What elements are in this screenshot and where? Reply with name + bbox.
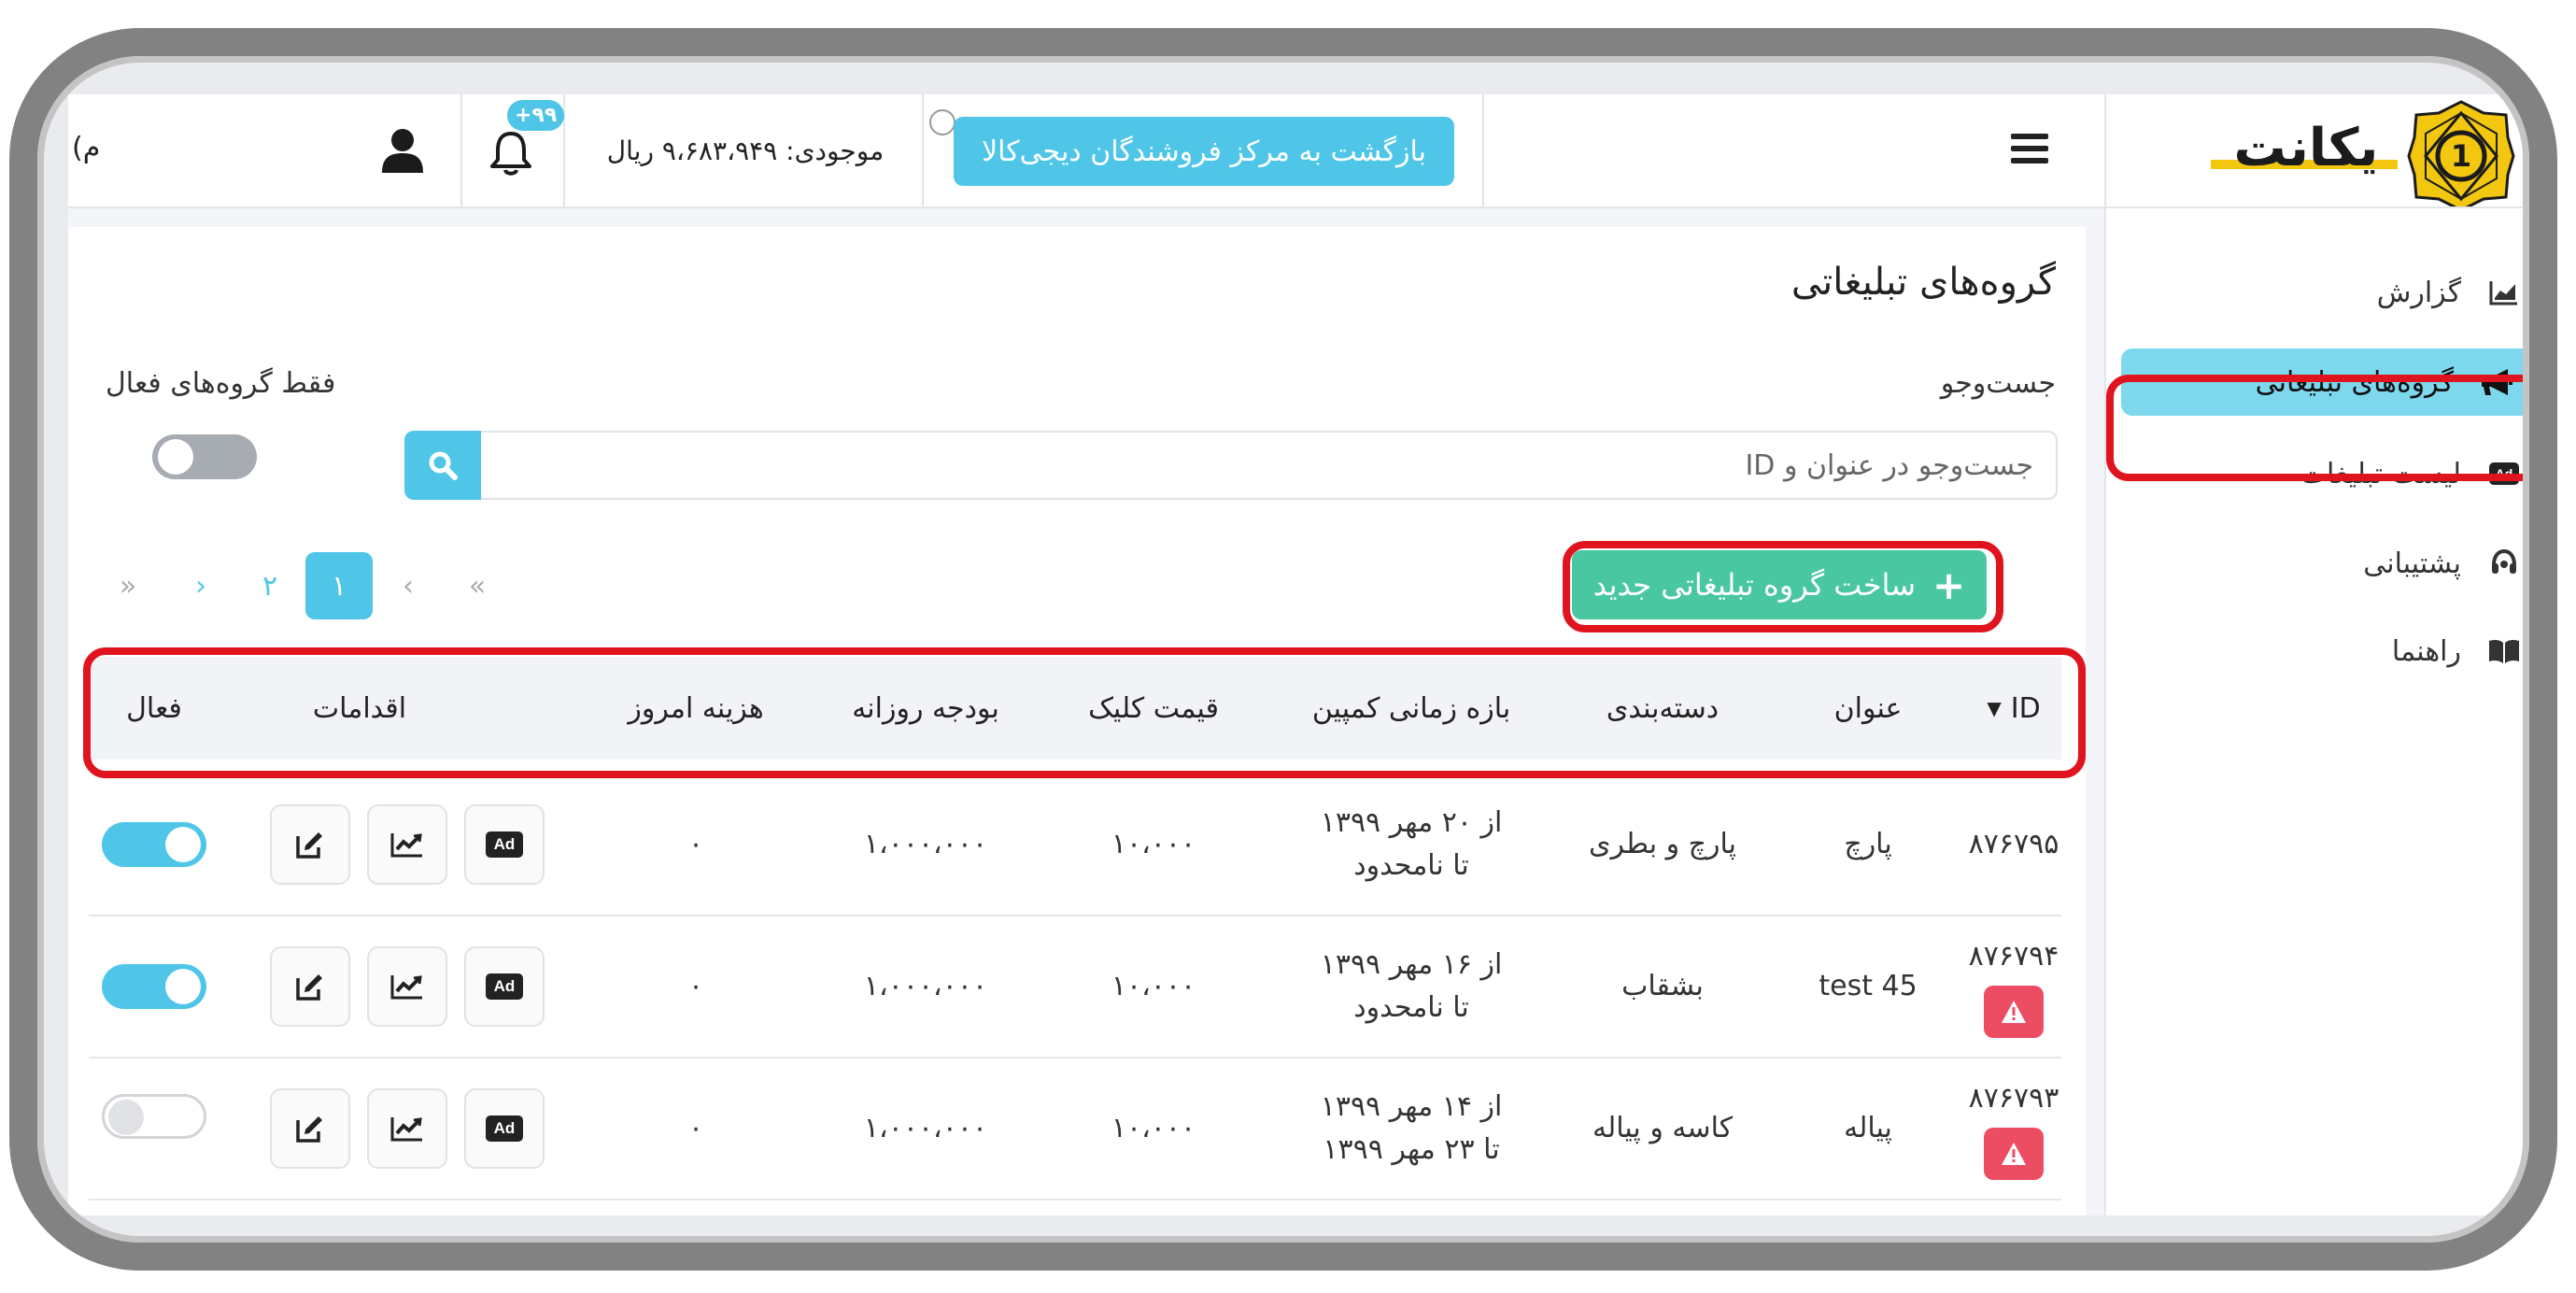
logo-number: 1 [2451, 138, 2471, 174]
pagination-first[interactable]: « [444, 552, 511, 619]
edit-icon [296, 832, 322, 859]
row-click-price: ۱۰،۰۰۰ [1111, 828, 1196, 860]
row-today-cost: ۰ [687, 970, 704, 1002]
header-divider [460, 94, 462, 206]
sidebar-item-report[interactable]: گزارش [2106, 259, 2523, 326]
book-icon [2485, 632, 2523, 670]
edit-icon [296, 974, 322, 1001]
table-row: ۸۷۶۷۹۴ test 45 بشقاب از ۱۶ مهر ۱۳۹۹ تا نا… [89, 916, 2061, 1059]
report-button[interactable] [367, 804, 447, 885]
device-frame-inner: (م +۹۹ موجودی: ۹،۶۸۳،۹۴۹ ریال بازگشت به … [37, 56, 2529, 1243]
row-title[interactable]: test 45 [1789, 916, 1947, 1057]
highlight-sidebar-ad-groups [2106, 375, 2523, 481]
table-row: ۸۷۶۷۹۳ پیاله کاسه و پیاله از ۱۴ مهر ۱۳۹۹… [89, 1059, 2061, 1201]
chart-line-icon [390, 975, 422, 1000]
row-today-cost: ۰ [687, 828, 704, 860]
search-input[interactable]: جست‌وجو در عنوان و ID [479, 431, 2058, 500]
active-toggle[interactable] [102, 1094, 206, 1139]
header-cut-text: (م [72, 132, 101, 164]
headset-icon [2485, 545, 2523, 582]
report-button[interactable] [367, 1088, 447, 1169]
logo-text: یکانت [2234, 118, 2379, 178]
balance-text: موجودی: ۹،۶۸۳،۹۴۹ ریال [606, 135, 885, 166]
view-ads-button[interactable]: Ad [464, 804, 545, 885]
row-click-price: ۱۰،۰۰۰ [1111, 970, 1196, 1002]
sidebar-item-support[interactable]: پشتیبانی [2106, 530, 2523, 597]
highlight-new-group-button [1563, 541, 2003, 632]
chart-area-icon [2485, 274, 2523, 311]
row-click-price: ۱۰،۰۰۰ [1111, 1112, 1196, 1144]
back-to-seller-center-button[interactable]: بازگشت به مرکز فروشندگان دیجی‌کالا [954, 117, 1454, 186]
edit-button[interactable] [270, 804, 350, 885]
row-period: از ۱۶ مهر ۱۳۹۹ تا نامحدود [1320, 948, 1503, 1024]
ad-icon: Ad [486, 831, 523, 858]
row-category: کاسه و پیاله [1592, 1112, 1733, 1144]
notification-badge: +۹۹ [507, 100, 565, 131]
row-category: پارچ و بطری [1589, 828, 1736, 860]
sidebar-item-guide[interactable]: راهنما [2106, 618, 2523, 685]
active-toggle[interactable] [102, 822, 206, 867]
user-icon[interactable] [376, 124, 429, 177]
only-active-toggle[interactable] [152, 434, 257, 479]
sidebar: 1 یکانت گزارش گروه‌های تبلیغاتی [2104, 94, 2523, 1215]
search-label: جست‌وجو [1940, 367, 2056, 400]
active-toggle[interactable] [102, 964, 206, 1009]
ad-icon: Ad [486, 973, 523, 1000]
highlight-table-header [83, 647, 2086, 778]
warning-icon[interactable] [1984, 986, 2044, 1038]
edit-button[interactable] [270, 946, 350, 1027]
chart-line-icon [390, 1117, 422, 1142]
pagination-next[interactable]: › [167, 552, 234, 619]
hamburger-menu-icon[interactable] [2011, 134, 2048, 167]
row-period: از ۲۰ مهر ۱۳۹۹ تا نامحدود [1320, 806, 1503, 882]
row-id: ۸۷۶۷۹۴ [1966, 916, 2061, 1057]
ad-icon: Ad [486, 1115, 523, 1142]
header-divider [922, 94, 924, 206]
row-id: ۸۷۶۷۹۵ [1968, 828, 2059, 860]
sidebar-item-label: پشتیبانی [2363, 547, 2461, 580]
device-frame: (م +۹۹ موجودی: ۹،۶۸۳،۹۴۹ ریال بازگشت به … [9, 28, 2557, 1271]
sidebar-item-label: گزارش [2376, 276, 2461, 309]
table-row: ۸۷۶۷۹۵ پارچ پارچ و بطری از ۲۰ مهر ۱۳۹۹ تا… [89, 774, 2061, 916]
report-button[interactable] [367, 946, 447, 1027]
view-ads-button[interactable]: Ad [464, 946, 545, 1027]
row-daily-budget: ۱،۰۰۰،۰۰۰ [863, 828, 988, 860]
row-period: از ۱۴ مهر ۱۳۹۹ تا ۲۳ مهر ۱۳۹۹ [1320, 1090, 1503, 1166]
radio-indicator[interactable] [929, 109, 955, 135]
warning-icon[interactable] [1984, 1128, 2044, 1180]
edit-icon [296, 1116, 322, 1143]
pagination-prev[interactable]: ‹ [375, 552, 442, 619]
search-placeholder: جست‌وجو در عنوان و ID [1745, 448, 2033, 482]
header-divider [1482, 94, 1484, 206]
search-button[interactable] [404, 431, 481, 500]
page-title: گروه‌های تبلیغاتی [1790, 261, 2056, 304]
app-screen: (م +۹۹ موجودی: ۹،۶۸۳،۹۴۹ ریال بازگشت به … [68, 94, 2523, 1215]
pagination-page-1[interactable]: ۱ [305, 552, 373, 619]
row-daily-budget: ۱،۰۰۰،۰۰۰ [863, 970, 988, 1002]
row-id: ۸۷۶۷۹۳ [1966, 1059, 2061, 1199]
row-category: بشقاب [1621, 970, 1704, 1002]
row-today-cost: ۰ [687, 1112, 704, 1144]
view-ads-button[interactable]: Ad [464, 1088, 545, 1169]
pagination-last[interactable]: » [94, 552, 162, 619]
row-daily-budget: ۱،۰۰۰،۰۰۰ [863, 1112, 988, 1144]
logo[interactable]: 1 یکانت [2106, 94, 2523, 212]
edit-button[interactable] [270, 1088, 350, 1169]
pagination-page-2[interactable]: ۲ [236, 552, 304, 619]
bell-icon[interactable] [483, 124, 539, 180]
row-title[interactable]: پارچ [1789, 774, 1947, 915]
only-active-label: فقط گروه‌های فعال [106, 367, 336, 400]
search-icon [429, 451, 458, 480]
row-title[interactable]: پیاله [1789, 1059, 1947, 1199]
chart-line-icon [390, 833, 422, 858]
sidebar-item-label: راهنما [2391, 634, 2461, 668]
